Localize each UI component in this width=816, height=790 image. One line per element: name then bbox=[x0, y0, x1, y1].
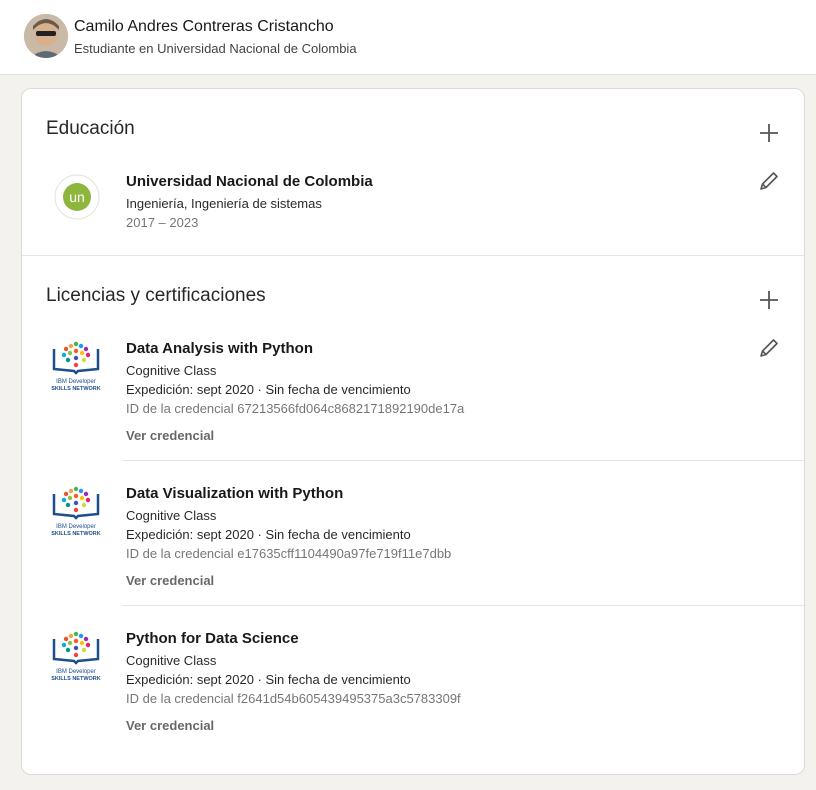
education-certifications-card: Educación un Universidad Nacional de Col… bbox=[21, 88, 805, 775]
certification-issued: Expedición: sept 2020 · Sin fecha de ven… bbox=[126, 527, 411, 542]
certification-issuer: Cognitive Class bbox=[126, 363, 217, 378]
unal-logo-text: un bbox=[69, 189, 85, 205]
plus-icon bbox=[760, 124, 778, 142]
entry-divider bbox=[122, 605, 804, 606]
svg-text:IBM Developer: IBM Developer bbox=[56, 524, 96, 530]
plus-icon bbox=[760, 291, 778, 309]
profile-headline: Estudiante en Universidad Nacional de Co… bbox=[74, 41, 357, 56]
certification-credential-id: ID de la credencial 67213566fd064c868217… bbox=[126, 401, 465, 416]
view-credential-link[interactable]: Ver credencial bbox=[126, 428, 214, 443]
ibm-skills-network-logo: IBM Developer SKILLS NETWORK bbox=[48, 339, 104, 395]
view-credential-link[interactable]: Ver credencial bbox=[126, 718, 214, 733]
education-section-title: Educación bbox=[46, 118, 135, 139]
education-degree: Ingeniería, Ingeniería de sistemas bbox=[126, 196, 322, 211]
profile-name[interactable]: Camilo Andres Contreras Cristancho bbox=[74, 18, 334, 36]
ibm-skills-network-logo: IBM Developer SKILLS NETWORK bbox=[48, 629, 104, 685]
svg-text:IBM Developer: IBM Developer bbox=[56, 669, 96, 675]
ibm-skills-network-logo: IBM Developer SKILLS NETWORK bbox=[48, 484, 104, 540]
pencil-icon bbox=[760, 172, 778, 190]
avatar[interactable] bbox=[24, 14, 68, 58]
entry-divider bbox=[122, 460, 804, 461]
certification-issuer: Cognitive Class bbox=[126, 508, 217, 523]
add-certification-button[interactable] bbox=[757, 288, 781, 312]
certification-issued: Expedición: sept 2020 · Sin fecha de ven… bbox=[126, 672, 411, 687]
profile-topbar: Camilo Andres Contreras Cristancho Estud… bbox=[0, 0, 816, 75]
add-education-button[interactable] bbox=[757, 121, 781, 145]
svg-text:SKILLS NETWORK: SKILLS NETWORK bbox=[51, 676, 101, 682]
svg-text:SKILLS NETWORK: SKILLS NETWORK bbox=[51, 531, 101, 537]
certification-issuer: Cognitive Class bbox=[126, 653, 217, 668]
certification-issued: Expedición: sept 2020 · Sin fecha de ven… bbox=[126, 382, 411, 397]
edit-certifications-button[interactable] bbox=[757, 336, 781, 360]
certification-name[interactable]: Data Analysis with Python bbox=[126, 340, 313, 357]
view-credential-link[interactable]: Ver credencial bbox=[126, 573, 214, 588]
edit-education-button[interactable] bbox=[757, 169, 781, 193]
section-divider bbox=[22, 255, 804, 256]
certification-credential-id: ID de la credencial e17635cff1104490a97f… bbox=[126, 546, 452, 561]
svg-text:IBM Developer: IBM Developer bbox=[56, 379, 96, 385]
education-dates: 2017 – 2023 bbox=[126, 215, 199, 230]
certification-credential-id: ID de la credencial f2641d54b60543949537… bbox=[126, 691, 461, 706]
education-school[interactable]: Universidad Nacional de Colombia bbox=[126, 173, 373, 190]
pencil-icon bbox=[760, 339, 778, 357]
unal-logo: un bbox=[49, 169, 105, 225]
certification-name[interactable]: Data Visualization with Python bbox=[126, 485, 343, 502]
svg-text:SKILLS NETWORK: SKILLS NETWORK bbox=[51, 386, 101, 392]
certifications-section-title: Licencias y certificaciones bbox=[46, 285, 266, 306]
certification-name[interactable]: Python for Data Science bbox=[126, 630, 299, 647]
